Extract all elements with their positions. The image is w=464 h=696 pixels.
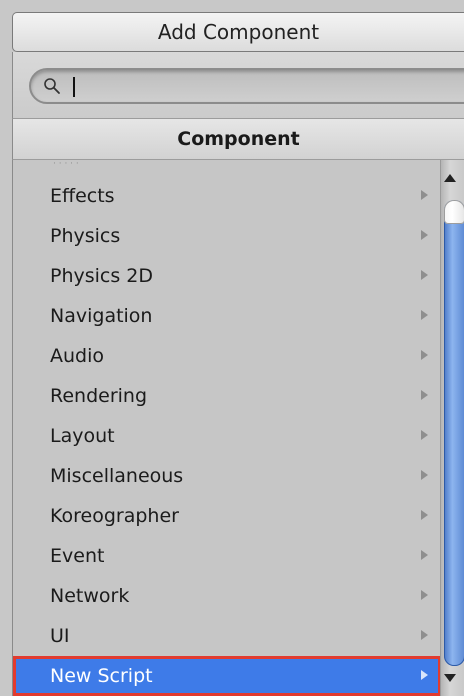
menu-item-label: Physics bbox=[50, 225, 121, 247]
menu-item-audio[interactable]: Audio bbox=[13, 336, 441, 376]
menu-item-label: Layout bbox=[50, 425, 115, 447]
scroll-thumb-cap[interactable] bbox=[444, 200, 464, 224]
scroll-down-arrow-icon[interactable] bbox=[444, 674, 456, 682]
search-icon bbox=[44, 78, 60, 94]
submenu-arrow-icon bbox=[421, 390, 428, 400]
vertical-scrollbar[interactable] bbox=[440, 160, 464, 696]
search-bar bbox=[12, 52, 464, 118]
menu-item-label: Physics 2D bbox=[50, 265, 154, 287]
add-component-button[interactable]: Add Component bbox=[12, 12, 464, 52]
menu-item-label: New Script bbox=[50, 665, 153, 687]
menu-item-label: Miscellaneous bbox=[50, 465, 184, 487]
search-input[interactable] bbox=[75, 72, 459, 102]
submenu-arrow-icon bbox=[421, 270, 428, 280]
menu-item-network[interactable]: Network bbox=[13, 576, 441, 616]
scrolled-item-remnant: · · · · · bbox=[53, 159, 79, 169]
component-section-header: Component bbox=[12, 118, 464, 160]
menu-item-new-script[interactable]: New Script bbox=[13, 656, 441, 696]
menu-item-label: Audio bbox=[50, 345, 105, 367]
add-component-panel: Add Component Component · · · · · Effect… bbox=[0, 0, 464, 696]
menu-item-label: Navigation bbox=[50, 305, 153, 327]
menu-item-koreographer[interactable]: Koreographer bbox=[13, 496, 441, 536]
submenu-arrow-icon bbox=[421, 190, 428, 200]
section-title: Component bbox=[177, 128, 300, 150]
menu-item-effects[interactable]: Effects bbox=[13, 176, 441, 216]
submenu-arrow-icon bbox=[421, 430, 428, 440]
menu-item-ui[interactable]: UI bbox=[13, 616, 441, 656]
menu-item-event[interactable]: Event bbox=[13, 536, 441, 576]
scroll-thumb[interactable] bbox=[444, 200, 464, 666]
submenu-arrow-icon bbox=[421, 510, 428, 520]
menu-item-label: Event bbox=[50, 545, 105, 567]
menu-item-miscellaneous[interactable]: Miscellaneous bbox=[13, 456, 441, 496]
menu-item-label: Koreographer bbox=[50, 505, 179, 527]
menu-item-physics-2d[interactable]: Physics 2D bbox=[13, 256, 441, 296]
submenu-arrow-icon bbox=[421, 590, 428, 600]
add-component-title: Add Component bbox=[157, 20, 320, 44]
component-menu-list: · · · · · Effects Physics Physics 2D Nav… bbox=[12, 159, 441, 696]
submenu-arrow-icon bbox=[421, 350, 428, 360]
menu-item-physics[interactable]: Physics bbox=[13, 216, 441, 256]
menu-item-label: UI bbox=[50, 625, 70, 647]
submenu-arrow-icon bbox=[421, 470, 428, 480]
submenu-arrow-icon bbox=[421, 550, 428, 560]
submenu-arrow-icon bbox=[421, 630, 428, 640]
menu-item-layout[interactable]: Layout bbox=[13, 416, 441, 456]
menu-item-navigation[interactable]: Navigation bbox=[13, 296, 441, 336]
scroll-up-arrow-icon[interactable] bbox=[444, 174, 456, 182]
menu-item-label: Rendering bbox=[50, 385, 148, 407]
menu-item-label: Effects bbox=[50, 185, 115, 207]
submenu-arrow-icon bbox=[421, 230, 428, 240]
menu-item-rendering[interactable]: Rendering bbox=[13, 376, 441, 416]
submenu-arrow-icon bbox=[421, 310, 428, 320]
submenu-arrow-icon bbox=[421, 670, 428, 680]
search-field[interactable] bbox=[29, 68, 464, 104]
menu-item-label: Network bbox=[50, 585, 130, 607]
